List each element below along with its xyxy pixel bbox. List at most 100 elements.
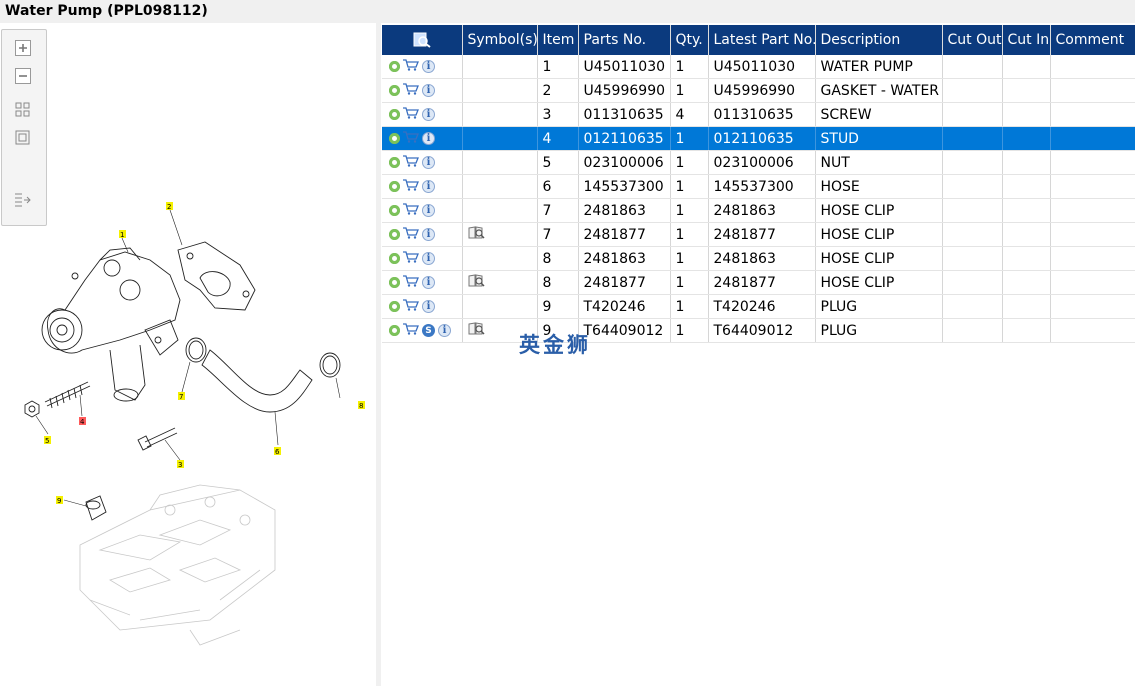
- s-badge-icon[interactable]: S: [422, 324, 435, 337]
- book-search-icon[interactable]: [468, 274, 485, 291]
- zoom-in-icon[interactable]: [13, 38, 33, 58]
- cart-icon[interactable]: [403, 202, 419, 219]
- info-icon[interactable]: i: [422, 204, 435, 217]
- cut-in-cell: [1002, 270, 1051, 295]
- table-row[interactable]: i 9 T420246 1 T420246 PLUG: [382, 294, 1135, 319]
- qty-cell: 1: [670, 198, 709, 223]
- cart-icon[interactable]: [403, 274, 419, 291]
- table-row[interactable]: i 6 145537300 1 145537300 HOSE: [382, 174, 1135, 199]
- latest-part-no-cell: 2481877: [708, 222, 816, 247]
- gear-icon[interactable]: [389, 61, 400, 72]
- gear-icon[interactable]: [389, 205, 400, 216]
- table-row[interactable]: i 7 2481877 1 2481877 HOSE CLIP: [382, 222, 1135, 247]
- cut-out-cell: [942, 246, 1003, 271]
- fit-all-icon[interactable]: [13, 100, 33, 120]
- gear-icon[interactable]: [389, 109, 400, 120]
- info-icon[interactable]: i: [422, 228, 435, 241]
- row-actions: i: [382, 55, 463, 79]
- table-row[interactable]: i 4 012110635 1 012110635 STUD: [382, 126, 1135, 151]
- column-header-item[interactable]: Item: [537, 25, 579, 55]
- zoom-out-icon[interactable]: [13, 66, 33, 86]
- info-icon[interactable]: i: [422, 180, 435, 193]
- cut-in-cell: [1002, 318, 1051, 343]
- cut-in-cell: [1002, 150, 1051, 175]
- table-row[interactable]: i 1 U45011030 1 U45011030 WATER PUMP: [382, 55, 1135, 79]
- gear-icon[interactable]: [389, 229, 400, 240]
- info-icon[interactable]: i: [422, 156, 435, 169]
- cart-icon[interactable]: [403, 82, 419, 99]
- book-search-icon[interactable]: [468, 322, 485, 339]
- comment-cell: [1050, 174, 1135, 199]
- info-icon[interactable]: i: [422, 276, 435, 289]
- comment-cell: [1050, 55, 1135, 79]
- column-header-comment[interactable]: Comment: [1050, 25, 1135, 55]
- row-actions: i: [382, 150, 463, 175]
- column-header-description[interactable]: Description: [815, 25, 943, 55]
- table-row[interactable]: Si 9 T64409012 1 T64409012 PLUG: [382, 318, 1135, 343]
- table-row[interactable]: i2U459969901U45996990GASKET - WATER PUMP: [382, 78, 1135, 103]
- gear-icon[interactable]: [389, 253, 400, 264]
- info-icon[interactable]: i: [422, 300, 435, 313]
- symbol-cell: [462, 222, 538, 247]
- info-icon[interactable]: i: [438, 324, 451, 337]
- gear-icon[interactable]: [389, 325, 400, 336]
- info-icon[interactable]: i: [422, 252, 435, 265]
- gear-icon[interactable]: [389, 181, 400, 192]
- cut-in-cell: [1002, 126, 1051, 151]
- column-header-qty[interactable]: Qty.: [670, 25, 709, 55]
- table-row[interactable]: i 7 2481863 1 2481863 HOSE CLIP: [382, 198, 1135, 223]
- item-cell: 2: [537, 78, 579, 103]
- table-row[interactable]: i 8 2481863 1 2481863 HOSE CLIP: [382, 246, 1135, 271]
- cart-icon[interactable]: [403, 106, 419, 123]
- row-actions: i: [382, 126, 463, 151]
- table-row[interactable]: i 5 023100006 1 023100006 NUT: [382, 150, 1135, 175]
- search-parts-icon[interactable]: [413, 32, 431, 48]
- fit-page-icon[interactable]: [13, 128, 33, 148]
- cart-icon[interactable]: [403, 298, 419, 315]
- book-search-icon[interactable]: [468, 226, 485, 243]
- column-header-latest-part-no[interactable]: Latest Part No.: [708, 25, 816, 55]
- gear-icon[interactable]: [389, 301, 400, 312]
- window-titlebar: Water Pump (PPL098112): [0, 0, 1135, 23]
- cart-icon[interactable]: [403, 178, 419, 195]
- latest-part-no-cell: T420246: [708, 294, 816, 319]
- column-header-parts-no[interactable]: Parts No.: [578, 25, 671, 55]
- gear-icon[interactable]: [389, 133, 400, 144]
- info-icon[interactable]: i: [422, 132, 435, 145]
- column-header-actions[interactable]: [382, 25, 463, 55]
- symbol-cell: [462, 246, 538, 271]
- item-cell: 7: [537, 198, 579, 223]
- parts-no-cell: 2481877: [578, 222, 671, 247]
- gear-icon[interactable]: [389, 277, 400, 288]
- cart-icon[interactable]: [403, 226, 419, 243]
- gear-icon[interactable]: [389, 85, 400, 96]
- comment-cell: [1050, 102, 1135, 127]
- comment-cell: [1050, 198, 1135, 223]
- cart-icon[interactable]: [403, 130, 419, 147]
- info-icon[interactable]: i: [422, 84, 435, 97]
- parts-grid: Symbol(s) Item Parts No. Qty. Latest Par…: [382, 25, 1135, 343]
- cart-icon[interactable]: [403, 250, 419, 267]
- qty-cell: 1: [670, 318, 709, 343]
- qty-cell: 1: [670, 55, 709, 79]
- exploded-parts-diagram: 1 2 3 4 5 6 7 8 9: [24, 202, 365, 646]
- gear-icon[interactable]: [389, 157, 400, 168]
- window-title: Water Pump (PPL098112): [5, 3, 208, 19]
- info-icon[interactable]: i: [422, 60, 435, 73]
- cart-icon[interactable]: [403, 154, 419, 171]
- cart-icon[interactable]: [403, 58, 419, 75]
- symbol-cell: [462, 270, 538, 295]
- row-actions: i: [382, 78, 463, 103]
- info-icon[interactable]: i: [422, 108, 435, 121]
- column-header-symbols[interactable]: Symbol(s): [462, 25, 538, 55]
- callout-1: 1: [120, 231, 124, 239]
- column-header-cut-out[interactable]: Cut Out: [942, 25, 1003, 55]
- panel-splitter[interactable]: [376, 23, 381, 686]
- cart-icon[interactable]: [403, 322, 419, 339]
- row-actions: i: [382, 270, 463, 295]
- table-row[interactable]: i 8 2481877 1 2481877 HOSE CLIP: [382, 270, 1135, 295]
- row-actions: Si: [382, 318, 463, 343]
- column-header-cut-in[interactable]: Cut In: [1002, 25, 1051, 55]
- comment-cell: [1050, 126, 1135, 151]
- table-row[interactable]: i 3 011310635 4 011310635 SCREW: [382, 102, 1135, 127]
